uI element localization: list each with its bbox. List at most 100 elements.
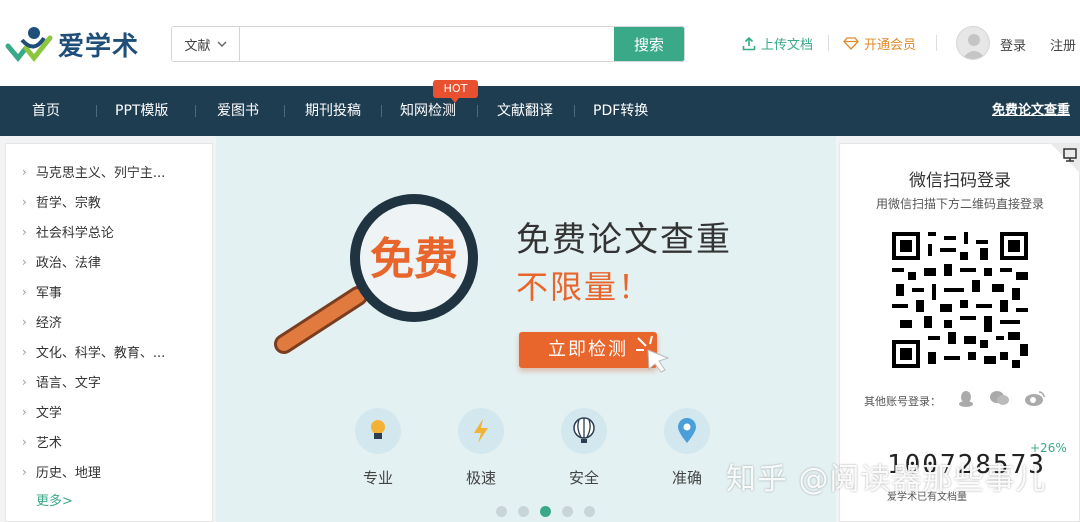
feature-label: 极速 (465, 469, 496, 487)
diamond-icon (843, 37, 859, 50)
register-link[interactable]: 注册 (1050, 35, 1076, 54)
search-button[interactable]: 搜索 (614, 27, 684, 61)
nav-divider (381, 105, 382, 117)
hot-badge: HOT (433, 80, 478, 103)
weibo-login-icon[interactable] (1024, 390, 1046, 410)
carousel-dot[interactable] (562, 506, 573, 517)
category-label: 艺术 (35, 436, 62, 451)
category-label: 文学 (35, 406, 62, 421)
lightning-icon (474, 419, 488, 443)
category-item[interactable]: › 政治、法律 (22, 252, 101, 272)
nav-divider (477, 105, 478, 117)
cursor-click-icon (636, 336, 670, 373)
feature-label: 准确 (671, 469, 702, 487)
desktop-icon[interactable] (1050, 143, 1080, 173)
carousel-dot-active[interactable] (540, 506, 551, 517)
nav-item-ppt[interactable]: PPT模版 (115, 86, 168, 136)
category-label: 历史、地理 (35, 466, 101, 481)
avatar[interactable] (956, 26, 990, 60)
category-item[interactable]: › 哲学、宗教 (22, 192, 101, 212)
category-label: 政治、法律 (35, 256, 101, 271)
category-label: 文化、科学、教育、... (35, 346, 166, 361)
chevron-right-icon: › (22, 164, 27, 179)
chevron-right-icon: › (22, 404, 27, 419)
vip-label: 开通会员 (864, 38, 917, 53)
magnifier-illustration: 免费 (274, 194, 478, 354)
chevron-right-icon: › (22, 314, 27, 329)
category-item[interactable]: › 社会科学总论 (22, 222, 114, 242)
chevron-right-icon: › (22, 344, 27, 359)
logo-text: 爱学术 (58, 31, 140, 62)
qr-subtitle: 用微信扫描下方二维码直接登录 (875, 197, 1044, 211)
category-label: 哲学、宗教 (35, 196, 101, 211)
free-check-link[interactable]: 免费论文查重 (992, 86, 1070, 136)
feature-professional (355, 408, 401, 454)
category-item[interactable]: › 文化、科学、教育、... (22, 342, 166, 362)
qr-title: 微信扫码登录 (909, 171, 1011, 191)
search-type-label: 文献 (184, 38, 211, 54)
upload-label: 上传文档 (761, 38, 814, 53)
category-item[interactable]: › 经济 (22, 312, 62, 332)
chevron-right-icon: › (22, 374, 27, 389)
open-vip-link[interactable]: 开通会员 (843, 34, 916, 53)
category-item[interactable]: › 军事 (22, 282, 62, 302)
watermark: 知乎 @阅读器那些事儿 (726, 462, 1047, 497)
nav-item-pdf[interactable]: PDF转换 (593, 86, 648, 136)
category-item[interactable]: › 语言、文字 (22, 372, 101, 392)
balloon-icon (573, 417, 595, 443)
feature-fast (458, 408, 504, 454)
banner-subtitle: 不限量！ (516, 268, 653, 306)
carousel-dot[interactable] (584, 506, 595, 517)
nav-divider (284, 105, 285, 117)
user-icon (962, 34, 986, 59)
category-label: 军事 (35, 286, 62, 301)
site-logo[interactable]: 爱学术 (4, 24, 139, 64)
carousel-dot[interactable] (496, 506, 507, 517)
other-login-label: 其他账号登录： (864, 395, 941, 408)
header-divider (828, 35, 829, 51)
chevron-right-icon: › (22, 194, 27, 209)
chevron-right-icon: › (22, 254, 27, 269)
feature-accurate (664, 408, 710, 454)
category-item[interactable]: › 文学 (22, 402, 62, 422)
login-link[interactable]: 登录 (1000, 35, 1026, 54)
category-label: 语言、文字 (35, 376, 101, 391)
magnifier-text: 免费 (370, 234, 458, 285)
nav-item-journal[interactable]: 期刊投稿 (305, 86, 361, 136)
feature-label: 安全 (568, 469, 599, 487)
search-type-dropdown[interactable]: 文献 (172, 27, 240, 61)
more-categories-link[interactable]: 更多> (36, 490, 73, 509)
category-item[interactable]: › 历史、地理 (22, 462, 101, 482)
search-input[interactable] (240, 27, 614, 61)
main-nav: 首页 PPT模版 爱图书 期刊投稿 知网检测 文献翻译 PDF转换 免费论文查重 (0, 86, 1080, 136)
category-item[interactable]: › 马克思主义、列宁主... (22, 162, 166, 182)
feature-secure (561, 408, 607, 454)
logo-icon (5, 27, 53, 63)
header: 爱学术 文献 搜索 上传文档 开通会员 登录 注册 (0, 0, 1080, 86)
carousel-dot[interactable] (518, 506, 529, 517)
wechat-login-icon[interactable] (989, 390, 1009, 410)
nav-item-home[interactable]: 首页 (32, 86, 60, 136)
upload-document-link[interactable]: 上传文档 (742, 34, 813, 53)
chevron-right-icon: › (22, 464, 27, 479)
category-sidebar: › 马克思主义、列宁主... › 哲学、宗教 › 社会科学总论 › 政治、法律 › 军事 … (5, 143, 213, 522)
chevron-right-icon: › (22, 434, 27, 449)
chevron-down-icon (217, 41, 226, 47)
category-label: 马克思主义、列宁主... (35, 166, 166, 181)
chevron-right-icon: › (22, 224, 27, 239)
nav-item-translate[interactable]: 文献翻译 (497, 86, 553, 136)
nav-item-books[interactable]: 爱图书 (217, 86, 259, 136)
search-bar: 文献 搜索 (171, 26, 685, 62)
feature-label: 专业 (362, 469, 393, 487)
nav-divider (96, 105, 97, 117)
category-item[interactable]: › 艺术 (22, 432, 62, 452)
category-label: 经济 (35, 316, 62, 331)
lightbulb-icon (371, 420, 385, 439)
location-pin-icon (678, 418, 696, 443)
qq-login-icon[interactable] (958, 390, 974, 412)
qr-code (892, 232, 1028, 368)
nav-divider (195, 105, 196, 117)
category-label: 社会科学总论 (35, 226, 114, 241)
chevron-right-icon: › (22, 284, 27, 299)
header-divider (936, 35, 937, 51)
